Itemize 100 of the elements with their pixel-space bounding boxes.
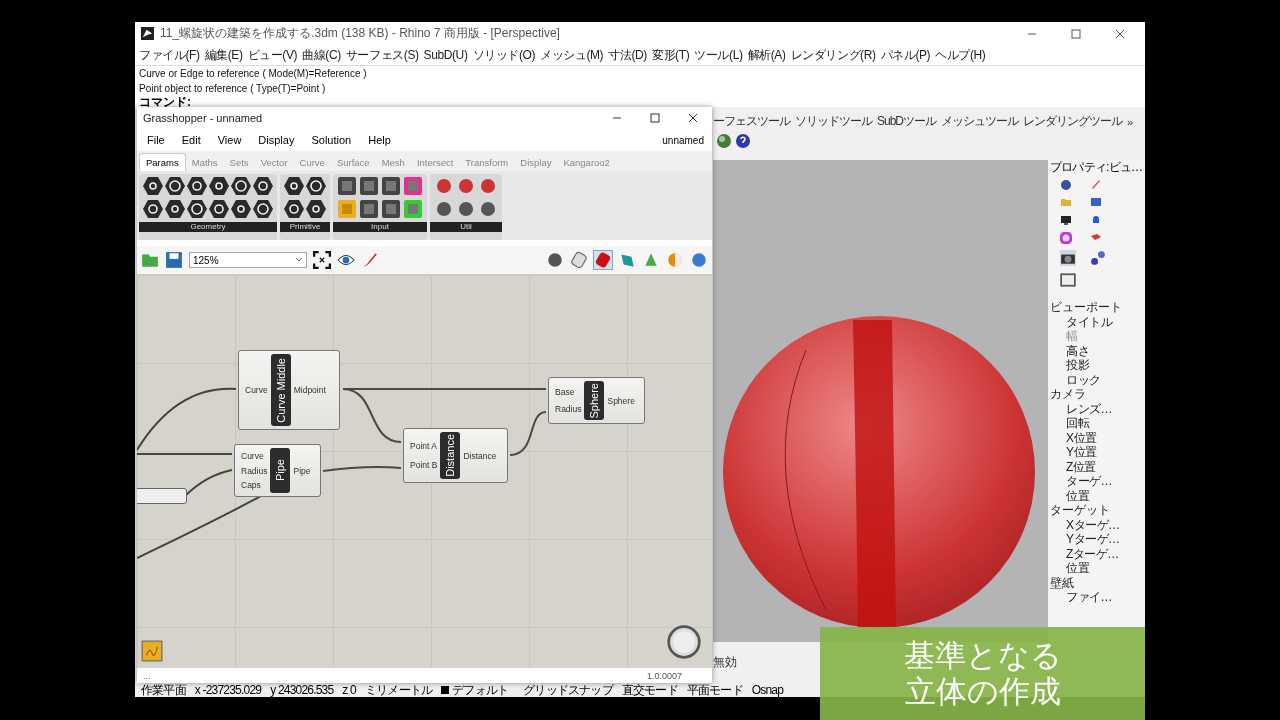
menu-item[interactable]: ビュー(V) bbox=[247, 46, 298, 64]
menu-item[interactable]: 曲線(C) bbox=[302, 46, 341, 64]
property-label: Xターゲ… bbox=[1065, 517, 1121, 532]
tile-icon[interactable] bbox=[359, 199, 379, 219]
toolbar-tab[interactable]: SubDツール bbox=[877, 113, 937, 130]
hexagon-icon[interactable] bbox=[209, 176, 229, 196]
caret-icon[interactable] bbox=[295, 256, 303, 264]
toolbar-tab[interactable]: ソリッドツール bbox=[795, 113, 872, 130]
menu-item[interactable]: 変形(T) bbox=[651, 46, 690, 64]
hexagon-icon[interactable] bbox=[165, 199, 185, 219]
menu-item[interactable]: Display bbox=[258, 134, 295, 146]
hexagon-icon[interactable] bbox=[209, 199, 229, 219]
section-heading[interactable]: カメラ bbox=[1050, 387, 1145, 402]
tile-icon[interactable] bbox=[403, 199, 423, 219]
menu-item[interactable]: ファイル(F) bbox=[139, 46, 200, 64]
hexagon-icon[interactable] bbox=[253, 199, 273, 219]
toolbar-tab[interactable]: レンダリングツール bbox=[1023, 113, 1123, 130]
molecule-icon[interactable] bbox=[1090, 250, 1106, 266]
group-label[interactable]: Primitive bbox=[280, 222, 330, 232]
hexagon-icon[interactable] bbox=[143, 176, 163, 196]
hexagon-icon[interactable] bbox=[284, 176, 304, 196]
preview-icon[interactable] bbox=[546, 251, 564, 269]
camera-icon[interactable] bbox=[1060, 250, 1076, 266]
status-item[interactable]: 直交モード bbox=[621, 681, 678, 699]
frame-icon[interactable] bbox=[1060, 272, 1076, 288]
menu-item[interactable]: ツール(L) bbox=[694, 46, 743, 64]
menu-item[interactable]: 解析(A) bbox=[747, 46, 786, 64]
component-node[interactable]: Curve Curve Middle Midpoint bbox=[238, 350, 340, 430]
section-heading[interactable]: ビューポート bbox=[1050, 300, 1145, 315]
zoom-dropdown[interactable]: 125% bbox=[189, 252, 307, 268]
command-prompt[interactable]: コマンド: bbox=[139, 96, 1145, 107]
save-icon[interactable] bbox=[165, 251, 183, 269]
status-text: ... bbox=[143, 670, 151, 681]
maximize-icon[interactable] bbox=[650, 113, 660, 123]
menu-item[interactable]: レンダリング(R) bbox=[790, 46, 876, 64]
menu-item[interactable]: SubD(U) bbox=[423, 48, 468, 62]
tile-icon[interactable] bbox=[381, 199, 401, 219]
zoom-extents-icon[interactable] bbox=[313, 251, 331, 269]
menu-item[interactable]: メッシュ(M) bbox=[540, 46, 604, 64]
hexagon-icon[interactable] bbox=[187, 176, 207, 196]
section-heading[interactable]: ターゲット bbox=[1050, 503, 1145, 518]
group-label[interactable]: Input bbox=[333, 222, 427, 232]
input-label: Caps bbox=[241, 479, 262, 490]
pyramid-icon[interactable] bbox=[642, 251, 660, 269]
hexagon-icon[interactable] bbox=[143, 199, 163, 219]
navigation-dial-icon[interactable] bbox=[666, 624, 702, 660]
wireframe-icon[interactable] bbox=[570, 251, 588, 269]
tile-icon[interactable] bbox=[403, 176, 423, 196]
close-icon[interactable] bbox=[688, 113, 698, 123]
toolbar-tab[interactable]: メッシュツール bbox=[941, 113, 1019, 130]
tile-icon[interactable] bbox=[359, 176, 379, 196]
menu-item[interactable]: 編集(E) bbox=[204, 46, 243, 64]
tile-icon[interactable] bbox=[337, 199, 357, 219]
status-item[interactable]: グリッドスナップ bbox=[523, 681, 613, 699]
window-title: Grasshopper - unnamed bbox=[143, 112, 263, 124]
tile-icon[interactable] bbox=[337, 176, 357, 196]
menu-item[interactable]: View bbox=[217, 134, 242, 146]
hexagon-icon[interactable] bbox=[165, 176, 185, 196]
menu-item[interactable]: パネル(P) bbox=[880, 46, 931, 64]
toolbar-tab[interactable]: ーフェスツール bbox=[713, 113, 790, 130]
sphere-icon[interactable] bbox=[1060, 178, 1072, 190]
hexagon-icon[interactable] bbox=[306, 199, 326, 219]
menu-item[interactable]: Solution bbox=[311, 134, 352, 146]
menu-item[interactable]: 寸法(D) bbox=[608, 46, 647, 64]
close-icon[interactable] bbox=[1115, 28, 1125, 39]
hexagon-icon[interactable] bbox=[306, 176, 326, 196]
folder-icon[interactable] bbox=[141, 251, 159, 269]
hexagon-icon[interactable] bbox=[284, 199, 304, 219]
status-item[interactable]: 平面モード bbox=[686, 681, 743, 699]
parameter-node[interactable] bbox=[137, 488, 187, 504]
hexagon-icon[interactable] bbox=[231, 176, 251, 196]
hexagon-icon[interactable] bbox=[187, 199, 207, 219]
component-node[interactable]: Curve Radius Caps Pipe Pipe bbox=[234, 444, 321, 497]
wire bbox=[509, 411, 547, 456]
hexagon-icon[interactable] bbox=[231, 199, 251, 219]
globe-icon[interactable] bbox=[716, 133, 732, 149]
hexagon-icon[interactable] bbox=[253, 176, 273, 196]
menu-item[interactable]: ソリッド(O) bbox=[472, 46, 536, 64]
menu-item[interactable]: サーフェス(S) bbox=[345, 46, 419, 64]
monitor-icon[interactable] bbox=[1060, 214, 1072, 226]
ribbon-tab[interactable]: Params bbox=[139, 153, 186, 171]
tile-icon[interactable] bbox=[381, 176, 401, 196]
sphere-icon[interactable] bbox=[690, 251, 708, 269]
color-swatch bbox=[441, 686, 450, 694]
menu-item[interactable]: Help bbox=[368, 134, 391, 146]
more-tabs-button[interactable]: » bbox=[1127, 115, 1133, 128]
maximize-icon[interactable] bbox=[1071, 28, 1081, 39]
section-heading[interactable]: 壁紙 bbox=[1050, 575, 1145, 590]
help-icon[interactable] bbox=[735, 133, 751, 149]
menu-item[interactable]: File bbox=[147, 134, 165, 146]
group-label[interactable]: Util bbox=[430, 222, 502, 232]
version-label: 1.0.0007 bbox=[646, 670, 682, 681]
pencil-icon[interactable] bbox=[1090, 178, 1102, 190]
group-label[interactable]: Geometry bbox=[139, 222, 277, 232]
shaded-icon[interactable] bbox=[594, 251, 612, 269]
menu-item[interactable]: Edit bbox=[181, 134, 201, 146]
menu-item[interactable]: ヘルプ(H) bbox=[935, 46, 986, 64]
status-item[interactable]: Osnap bbox=[751, 683, 784, 697]
status-item: ミリメートル bbox=[364, 681, 433, 699]
component-name: Curve Middle bbox=[274, 357, 287, 423]
